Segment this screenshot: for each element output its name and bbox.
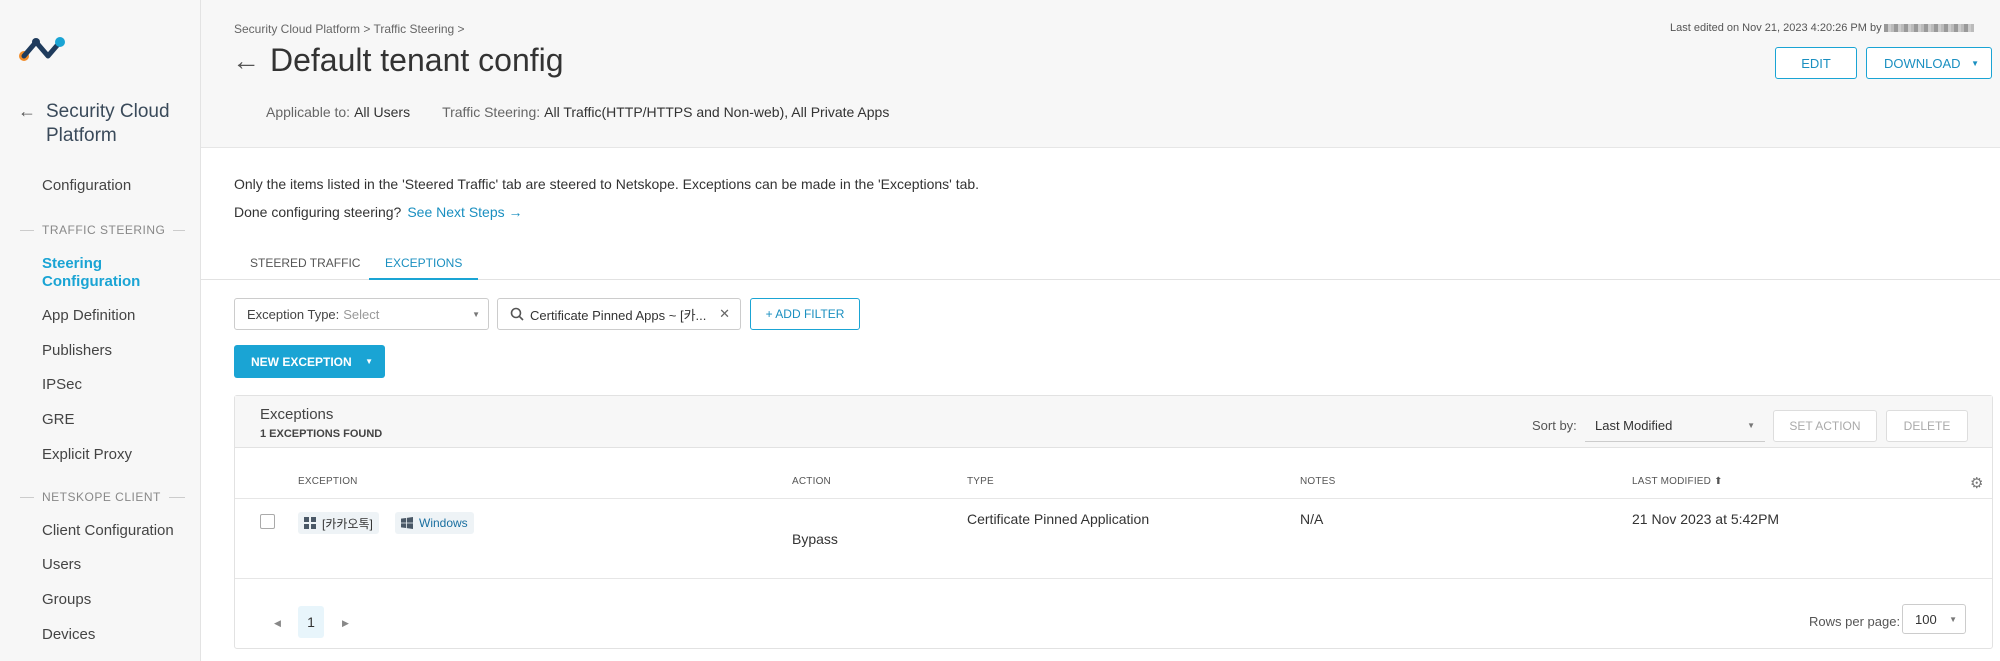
caret-down-icon: ▼ — [1971, 58, 1979, 68]
set-action-button[interactable]: SET ACTION — [1773, 410, 1877, 442]
netskope-logo-icon[interactable] — [18, 34, 70, 66]
config-meta: Applicable to: All Users Traffic Steering… — [266, 104, 889, 120]
sidebar-item-devices[interactable]: Devices — [42, 626, 95, 643]
exceptions-card: Exceptions 1 EXCEPTIONS FOUND Sort by: L… — [234, 395, 1993, 649]
add-filter-button[interactable]: + ADD FILTER — [750, 298, 860, 330]
sidebar-item-ipsec[interactable]: IPSec — [42, 376, 82, 393]
see-next-steps-link[interactable]: See Next Steps → — [407, 204, 522, 220]
prev-page-icon[interactable]: ◀ — [274, 618, 281, 629]
caret-down-icon: ▼ — [365, 357, 373, 366]
row-last-modified: 21 Nov 2023 at 5:42PM — [1632, 511, 1780, 527]
column-exception: EXCEPTION — [298, 476, 358, 487]
page-title: Default tenant config — [270, 42, 564, 78]
done-configuring: Done configuring steering? See Next Steps… — [234, 204, 523, 220]
rows-per-page-select[interactable]: 100 ▼ — [1902, 604, 1966, 634]
edit-button[interactable]: EDIT — [1775, 47, 1857, 79]
info-text: Only the items listed in the 'Steered Tr… — [234, 176, 980, 192]
exceptions-count: 1 EXCEPTIONS FOUND — [260, 428, 383, 440]
tab-steered-traffic[interactable]: STEERED TRAFFIC — [234, 256, 376, 280]
traffic-steering-meta: Traffic Steering: All Traffic(HTTP/HTTPS … — [442, 104, 890, 120]
sidebar-item-gre[interactable]: GRE — [42, 411, 75, 428]
sidebar-item-steering-configuration[interactable]: Steering Configuration — [42, 255, 162, 291]
exception-type-select[interactable]: Exception Type: Select ▼ — [234, 298, 489, 330]
os-tag: Windows — [395, 512, 474, 534]
sidebar-item-client-configuration[interactable]: Client Configuration — [42, 522, 174, 539]
arrow-left-icon[interactable]: ← — [232, 45, 260, 77]
sidebar-item-publishers[interactable]: Publishers — [42, 342, 112, 359]
sidebar-item-groups[interactable]: Groups — [42, 591, 91, 608]
search-icon — [510, 307, 524, 321]
gear-icon[interactable]: ⚙ — [1970, 474, 1983, 492]
caret-down-icon: ▼ — [472, 309, 480, 319]
app-grid-icon — [304, 517, 316, 529]
rows-per-page-label: Rows per page: — [1809, 614, 1901, 629]
card-header: Exceptions 1 EXCEPTIONS FOUND Sort by: L… — [235, 396, 1992, 448]
title-row: ← Default tenant config — [232, 42, 564, 79]
active-filter-chip[interactable]: Certificate Pinned Apps ~ [카... ✕ — [497, 298, 741, 330]
tab-bar: STEERED TRAFFIC EXCEPTIONS — [201, 246, 2000, 280]
download-button[interactable]: DOWNLOAD ▼ — [1866, 47, 1992, 79]
sidebar-section-traffic-steering: TRAFFIC STEERING — [20, 223, 185, 237]
tab-exceptions[interactable]: EXCEPTIONS — [369, 256, 479, 280]
main-panel: Only the items listed in the 'Steered Tr… — [201, 147, 2000, 661]
row-type: Certificate Pinned Application — [967, 511, 1150, 527]
sidebar-item-explicit-proxy[interactable]: Explicit Proxy — [42, 446, 132, 463]
sidebar: ← Security Cloud Platform Configuration … — [0, 0, 201, 661]
column-last-modified[interactable]: LAST MODIFIED ⬆ — [1632, 476, 1723, 487]
breadcrumb[interactable]: Security Cloud Platform > Traffic Steeri… — [234, 22, 465, 36]
last-edited: Last edited on Nov 21, 2023 4:20:26 PM b… — [1670, 22, 1974, 34]
sidebar-item-configuration[interactable]: Configuration — [42, 177, 131, 194]
back-label: Security Cloud Platform — [46, 101, 170, 146]
next-page-icon[interactable]: ▶ — [342, 618, 349, 629]
redacted-user — [1883, 24, 1974, 33]
column-notes: NOTES — [1300, 476, 1336, 487]
sort-select[interactable]: Last Modified ▼ — [1585, 410, 1765, 442]
column-type: TYPE — [967, 476, 994, 487]
row-notes: N/A — [1300, 511, 1324, 527]
card-title: Exceptions — [260, 406, 334, 423]
arrow-left-icon: ← — [18, 101, 36, 121]
app-tag: [카카오톡] — [298, 512, 379, 534]
caret-down-icon: ▼ — [1747, 421, 1755, 430]
close-icon[interactable]: ✕ — [719, 306, 730, 322]
delete-button[interactable]: DELETE — [1886, 410, 1968, 442]
back-to-platform-link[interactable]: ← Security Cloud Platform — [18, 100, 196, 148]
sidebar-section-netskope-client: NETSKOPE CLIENT — [20, 490, 185, 504]
sidebar-item-app-definition[interactable]: App Definition — [42, 307, 135, 324]
applicable-to: Applicable to: All Users — [266, 104, 411, 120]
page-number[interactable]: 1 — [298, 606, 324, 638]
caret-down-icon: ▼ — [1949, 614, 1957, 624]
row-action: Bypass — [792, 531, 838, 547]
row-checkbox[interactable] — [260, 514, 275, 529]
column-action: ACTION — [792, 476, 831, 487]
sidebar-item-users[interactable]: Users — [42, 556, 81, 573]
new-exception-button[interactable]: NEW EXCEPTION ▼ — [234, 345, 385, 378]
sort-label: Sort by: — [1532, 418, 1577, 433]
windows-icon — [401, 517, 413, 529]
